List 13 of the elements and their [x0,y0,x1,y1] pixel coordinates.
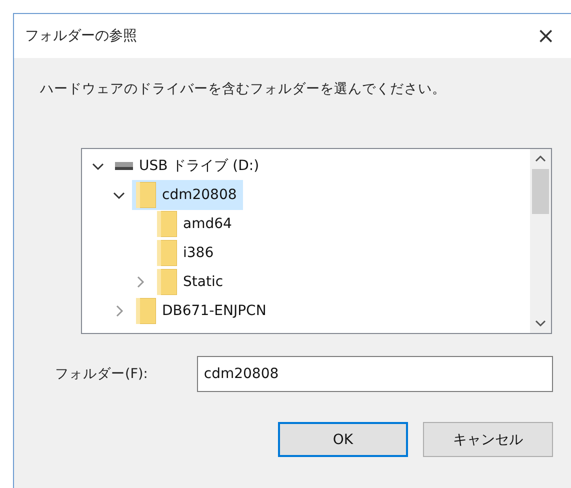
folder-label: フォルダー(F): [55,365,149,383]
folder-input[interactable]: cdm20808 [196,356,553,392]
cancel-button[interactable]: キャンセル [423,422,553,457]
tree-item[interactable]: cdm20808 [132,180,243,210]
instruction-text: ハードウェアのドライバーを含むフォルダーを選んでください。 [40,80,447,98]
tree-item[interactable]: amd64 [153,208,238,238]
window-title: フォルダーの参照 [25,27,137,45]
tree-item[interactable]: USB ドライブ (D:) [111,154,266,176]
tree-item[interactable]: Static [153,266,230,296]
tree-item[interactable]: DB671-ENJPCN [132,296,272,326]
close-button[interactable]: × [532,24,559,48]
ok-button[interactable]: OK [278,422,408,457]
tree-item[interactable]: i386 [153,238,220,268]
